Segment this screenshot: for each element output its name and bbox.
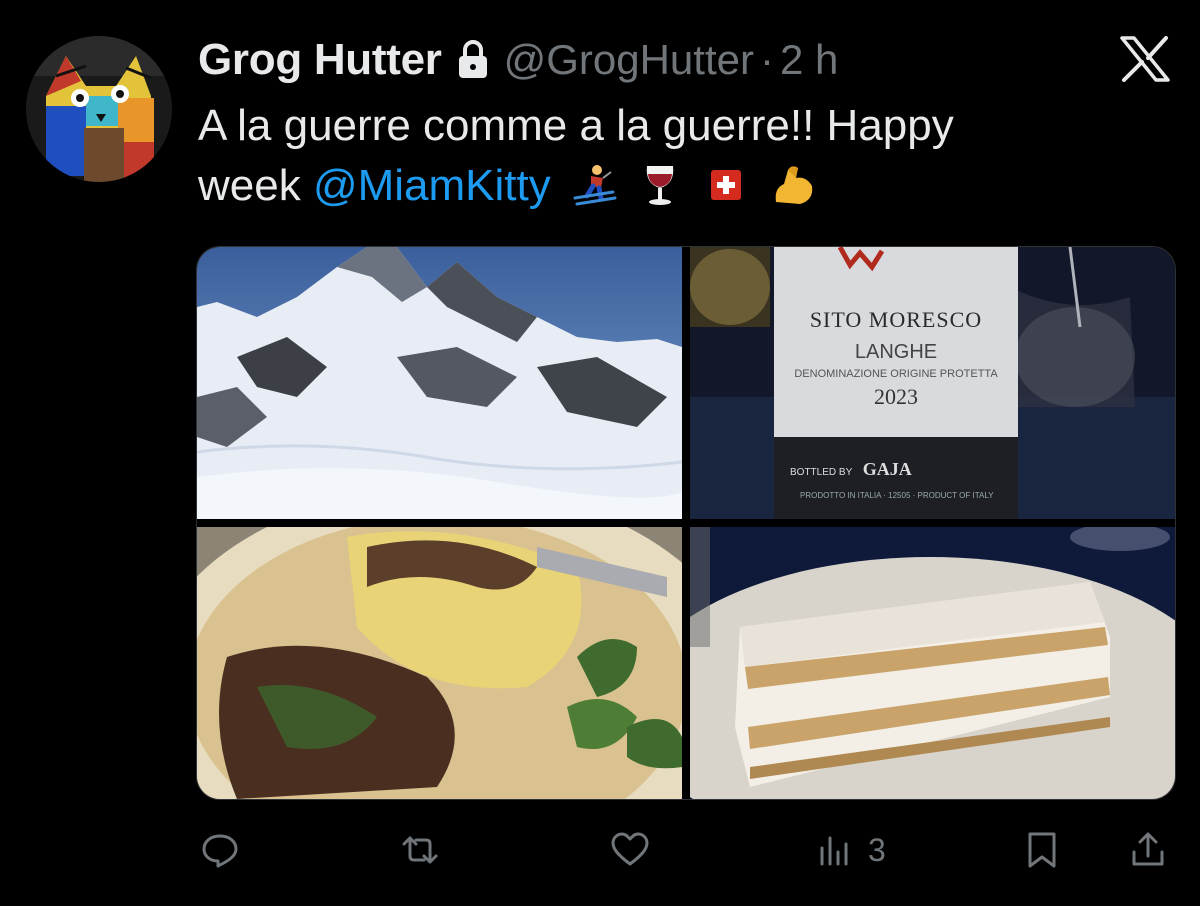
views-icon bbox=[816, 830, 856, 870]
tweet-header: Grog Hutter @GrogHutter · 2 h bbox=[198, 30, 838, 90]
share-button[interactable] bbox=[1128, 822, 1168, 878]
photo-mountain[interactable] bbox=[197, 247, 682, 519]
views-button[interactable]: 3 bbox=[816, 822, 886, 878]
tweet-text-line1: A la guerre comme a la guerre!! Happy bbox=[198, 101, 954, 150]
photo-main-dish[interactable] bbox=[197, 527, 682, 799]
photo-dessert[interactable] bbox=[690, 527, 1175, 799]
tweet: Grog Hutter @GrogHutter · 2 h A la guerr… bbox=[0, 0, 1200, 906]
x-logo-icon[interactable] bbox=[1120, 36, 1170, 82]
repost-button[interactable] bbox=[400, 822, 440, 878]
wine-designation: DENOMINAZIONE ORIGINE PROTETTA bbox=[794, 368, 998, 380]
avatar[interactable] bbox=[26, 36, 172, 182]
display-name[interactable]: Grog Hutter bbox=[198, 35, 442, 85]
tweet-text-line2: week @MiamKitty bbox=[198, 156, 1128, 216]
repost-icon bbox=[400, 830, 440, 870]
reply-icon bbox=[200, 830, 240, 870]
skier-emoji bbox=[571, 162, 617, 208]
bottled-by-text: BOTTLED BY bbox=[790, 467, 853, 478]
bookmark-button[interactable] bbox=[1022, 822, 1062, 878]
like-button[interactable] bbox=[610, 822, 650, 878]
wine-footer: PRODOTTO IN ITALIA · 12505 · PRODUCT OF … bbox=[800, 491, 994, 500]
photo-wine-bottle[interactable]: SITO MORESCO LANGHE DENOMINAZIONE ORIGIN… bbox=[690, 247, 1175, 519]
timestamp[interactable]: 2 h bbox=[780, 36, 838, 84]
producer-name: GAJA bbox=[862, 459, 912, 479]
views-count: 3 bbox=[868, 831, 886, 868]
heart-icon bbox=[610, 830, 650, 870]
share-icon bbox=[1128, 830, 1168, 870]
reply-button[interactable] bbox=[200, 822, 240, 878]
tweet-text: A la guerre comme a la guerre!! Happy we… bbox=[198, 96, 1128, 216]
wine-year: 2023 bbox=[874, 384, 918, 409]
avatar-image bbox=[26, 36, 172, 182]
mention-link[interactable]: @MiamKitty bbox=[313, 161, 551, 210]
swiss-flag-emoji bbox=[703, 162, 749, 208]
user-handle[interactable]: @GrogHutter bbox=[504, 36, 754, 84]
wine-label: SITO MORESCO LANGHE DENOMINAZIONE ORIGIN… bbox=[774, 307, 1018, 410]
bookmark-icon bbox=[1022, 830, 1062, 870]
lock-icon bbox=[456, 38, 490, 82]
media-grid: SITO MORESCO LANGHE DENOMINAZIONE ORIGIN… bbox=[196, 246, 1176, 800]
action-bar: 3 bbox=[196, 822, 1174, 878]
separator-dot: · bbox=[759, 36, 774, 83]
wine-region: LANGHE bbox=[854, 341, 938, 363]
tweet-text-prefix: week bbox=[198, 161, 313, 210]
wine-bottler: BOTTLED BY GAJA bbox=[790, 459, 1010, 480]
wine-name: SITO MORESCO bbox=[809, 307, 983, 332]
wine-glass-emoji bbox=[637, 162, 683, 208]
flexed-biceps-emoji bbox=[770, 162, 816, 208]
